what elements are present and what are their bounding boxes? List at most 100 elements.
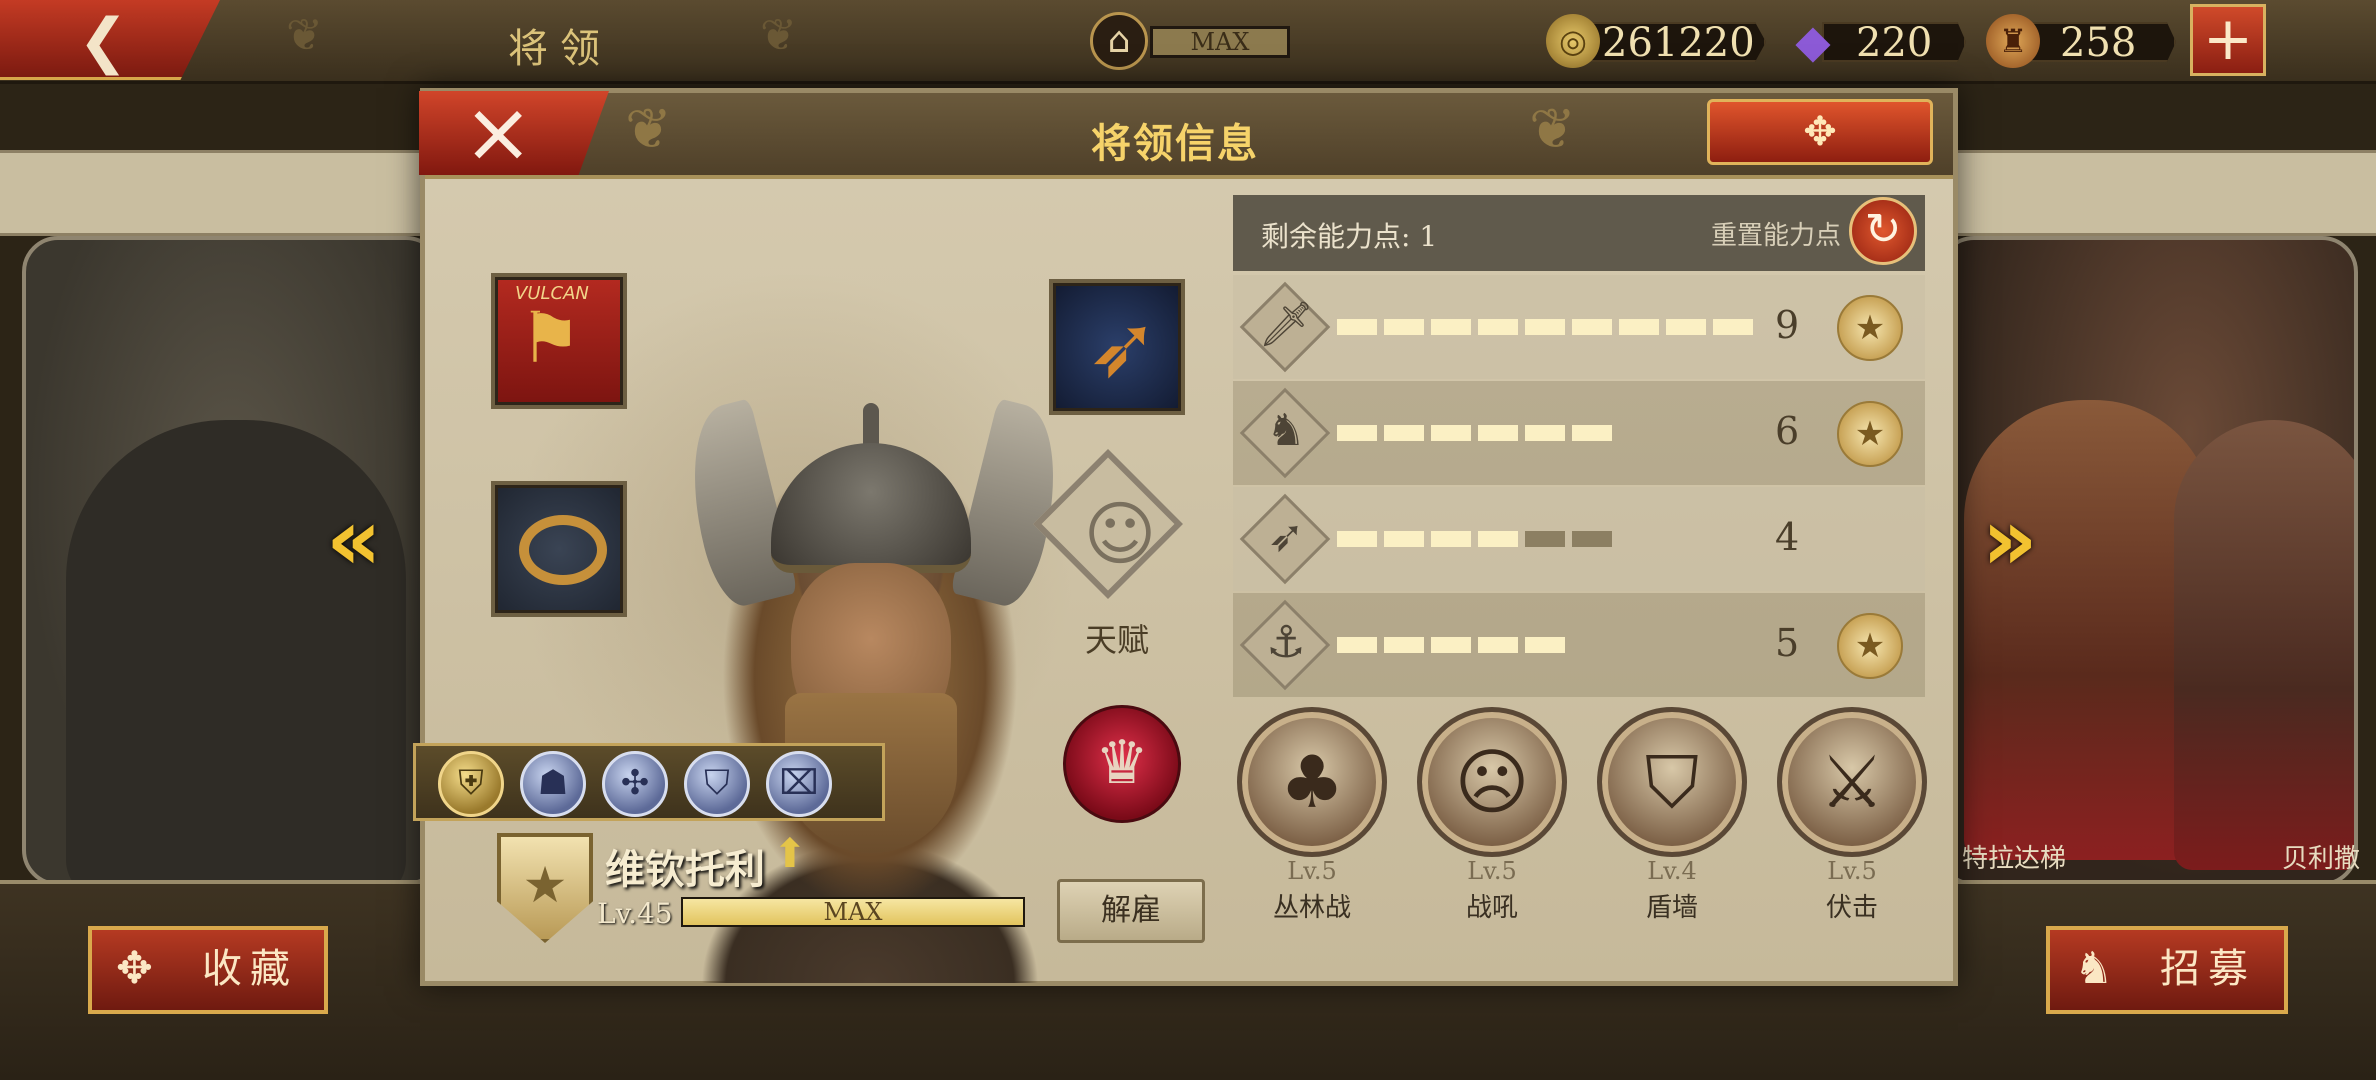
previous-hero-arrow-icon[interactable]: «: [326, 490, 382, 590]
laurel-icon: ❦: [286, 10, 323, 61]
laurel-crown-icon: [519, 515, 607, 585]
equipment-laurel-crown-slot[interactable]: [491, 481, 627, 617]
hero-name: 维钦托利: [605, 846, 765, 893]
treasury-icon[interactable]: ⌂: [1090, 12, 1148, 70]
hero-level: Lv.45: [597, 897, 673, 930]
ability-bar-segment: [1478, 637, 1518, 653]
laurel-star-medal-icon[interactable]: ★: [1837, 295, 1903, 361]
banner-icon: ⚑: [519, 297, 582, 379]
ability-row[interactable]: ♞ 6 ★: [1233, 381, 1925, 485]
ambush-icon[interactable]: ⚔: [1777, 707, 1927, 857]
ability-bar-segment: [1478, 319, 1518, 335]
laurel-icon: ❦: [625, 97, 672, 162]
ability-bar-segment: [1525, 637, 1565, 653]
resource-gem[interactable]: ◆ 220: [1786, 14, 1966, 68]
bow-icon: ➶: [1267, 511, 1305, 562]
ability-row[interactable]: ⚓ 5 ★: [1233, 593, 1925, 697]
remaining-points: 剩余能力点: 1: [1261, 220, 1438, 253]
next-hero-arrow-icon[interactable]: »: [1982, 490, 2038, 590]
ability-row[interactable]: 🗡 9 ★: [1233, 275, 1925, 379]
coin-icon: ◎: [1546, 14, 1600, 68]
ability-panel: 剩余能力点: 1 重置能力点 ↻ 🗡 9 ★ ♞ 6 ★ ➶ 4 ⚓ 5 ★: [1233, 195, 1925, 697]
level-bar-label: MAX: [823, 898, 883, 926]
favorite-button[interactable]: ✥ 收藏: [88, 926, 328, 1014]
compass-badge-icon[interactable]: ✣: [602, 751, 668, 817]
equipment-banner-slot[interactable]: VULCAN ⚑: [491, 273, 627, 409]
ability-bar: [1337, 531, 1757, 547]
ability-bar-segment: [1713, 319, 1753, 335]
ability-bar-segment: [1478, 425, 1518, 441]
gate-badge-icon[interactable]: ⌧: [766, 751, 832, 817]
war-cry-icon[interactable]: ☹: [1417, 707, 1567, 857]
spqr-helmet-icon: ♜: [1986, 14, 2040, 68]
horse-icon: ♞: [1266, 405, 1306, 456]
add-resource-button[interactable]: +: [2190, 4, 2266, 76]
ability-bar-segment: [1384, 637, 1424, 653]
badge-strip: ⛨ ☗ ✣ ⛉ ⌧: [413, 743, 885, 821]
ability-bar-segment: [1525, 425, 1565, 441]
forest-icon[interactable]: ♣: [1237, 707, 1387, 857]
ability-bar-segment: [1337, 319, 1377, 335]
gem-icon: ◆: [1795, 14, 1831, 68]
reset-points-button[interactable]: ↻: [1849, 197, 1917, 265]
hero-info-dialog: × ❦ 将领信息 ❦ ✥ VULCAN ⚑ ➶ ☺ 天赋 ♛ ⛨ ☗ ✣ ⛉ ⌧…: [413, 88, 1958, 986]
favorite-label: 收藏: [202, 946, 298, 992]
crown-icon: ♛: [1095, 728, 1149, 798]
ability-bar-segment: [1572, 319, 1612, 335]
ability-value: 6: [1775, 409, 1800, 453]
recruit-button[interactable]: ♞ 招募: [2046, 926, 2288, 1014]
dialog-header: × ❦ 将领信息 ❦ ✥: [419, 91, 1953, 179]
close-icon: ×: [463, 83, 534, 181]
close-button[interactable]: ×: [419, 91, 609, 175]
page-title: 将领: [508, 26, 612, 72]
skill-name: 战吼: [1465, 893, 1518, 923]
ability-row[interactable]: ➶ 4: [1233, 487, 1925, 591]
skill-level: Lv.5: [1827, 857, 1877, 885]
lion-icon: ☺: [1083, 493, 1157, 575]
resource-coin[interactable]: ◎ 261220: [1546, 14, 1766, 68]
gold-shield-badge-icon[interactable]: ⛨: [438, 751, 504, 817]
skill-name: 伏击: [1825, 893, 1878, 923]
ability-bar-segment: [1384, 531, 1424, 547]
background-hero-name: 贝利撒: [2282, 844, 2361, 874]
laurel-star-medal-icon[interactable]: ★: [1837, 613, 1903, 679]
dismiss-button[interactable]: 解雇: [1057, 879, 1205, 943]
legion-eagle-button[interactable]: ✥: [1707, 99, 1933, 165]
resource-spqr[interactable]: ♜ 258: [1986, 14, 2176, 68]
ability-bar: [1337, 425, 1757, 441]
laurel-icon: ❦: [760, 10, 797, 61]
back-arrow-icon: ❮: [78, 6, 129, 76]
ability-bar: [1337, 319, 1757, 335]
ability-bar-segment: [1337, 531, 1377, 547]
ability-value: 9: [1775, 303, 1800, 347]
ability-value: 5: [1775, 621, 1800, 665]
skill-name: 丛林战: [1272, 893, 1351, 923]
spqr-value: 258: [2060, 20, 2137, 66]
gem-value: 220: [1856, 20, 1933, 66]
hero-portrait-right: [2174, 420, 2354, 870]
rank-star-icon: ★: [497, 833, 593, 943]
promote-arrow-icon[interactable]: ⬆: [773, 831, 807, 877]
helmet-badge-icon[interactable]: ☗: [520, 751, 586, 817]
equipment-bow-slot[interactable]: ➶: [1049, 279, 1185, 415]
skill-level: Lv.5: [1467, 857, 1517, 885]
skill-level: Lv.5: [1287, 857, 1337, 885]
treasury-level: MAX: [1150, 26, 1290, 58]
laurel-icon: ❦: [1529, 97, 1576, 162]
ability-bar-segment: [1572, 531, 1612, 547]
eagle-icon: ✥: [1803, 109, 1837, 155]
shield-badge-icon[interactable]: ⛉: [684, 751, 750, 817]
ability-bar-segment: [1572, 425, 1612, 441]
recruit-label: 招募: [2160, 946, 2256, 992]
ability-bar-segment: [1478, 531, 1518, 547]
ability-bar-segment: [1619, 319, 1659, 335]
reset-points-label: 重置能力点: [1711, 221, 1842, 251]
shield-wall-icon[interactable]: ⛉: [1597, 707, 1747, 857]
ability-bar-segment: [1525, 531, 1565, 547]
helmet-plus-icon: ♞: [2074, 943, 2114, 994]
refresh-icon: ↻: [1864, 204, 1902, 255]
crown-relic-button[interactable]: ♛: [1063, 705, 1181, 823]
laurel-star-medal-icon[interactable]: ★: [1837, 401, 1903, 467]
anchor-icon: ⚓: [1266, 617, 1306, 668]
ability-bar-segment: [1431, 319, 1471, 335]
